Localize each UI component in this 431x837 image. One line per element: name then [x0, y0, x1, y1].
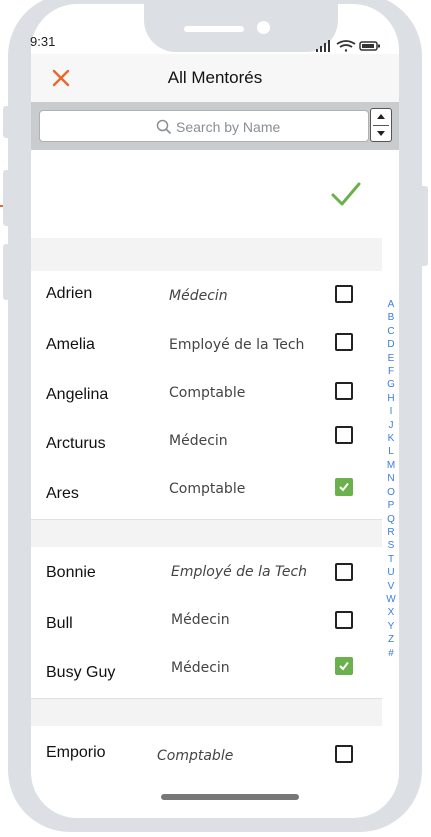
index-letter[interactable]: P — [385, 499, 397, 512]
mentore-role: Employé de la Tech — [169, 337, 305, 353]
mentore-name: Bull — [46, 615, 73, 632]
mentore-name: Busy Guy — [46, 664, 116, 681]
index-letter[interactable]: E — [385, 352, 397, 365]
index-letter[interactable]: M — [385, 459, 397, 472]
index-letter[interactable]: X — [385, 606, 397, 619]
chevron-down-icon — [377, 131, 385, 136]
index-letter[interactable]: H — [385, 392, 397, 405]
checkmark-icon — [339, 482, 349, 492]
select-checkbox-checked[interactable] — [335, 478, 353, 496]
header-bar: All Mentorés — [31, 54, 399, 102]
mentore-name: Arcturus — [46, 435, 106, 452]
mentore-role: Médecin — [171, 612, 230, 628]
mentore-role: Médecin — [169, 288, 228, 304]
index-letter[interactable]: Q — [385, 513, 397, 526]
select-checkbox[interactable] — [335, 382, 353, 400]
mentore-name: Angelina — [46, 386, 109, 403]
index-letter[interactable]: # — [385, 647, 397, 660]
mentore-role: Médecin — [169, 433, 228, 449]
index-letter[interactable]: T — [385, 553, 397, 566]
index-letter[interactable]: L — [385, 445, 397, 458]
index-letter[interactable]: A — [385, 298, 397, 311]
signal-icon — [316, 40, 330, 52]
wifi-icon — [336, 40, 356, 52]
mentore-role: Employé de la Tech — [171, 564, 308, 580]
mentore-role: Comptable — [169, 385, 246, 401]
search-icon — [156, 119, 172, 140]
index-letter[interactable]: N — [385, 472, 397, 485]
index-letter[interactable]: W — [385, 593, 397, 606]
select-checkbox[interactable] — [335, 426, 353, 444]
select-checkbox[interactable] — [335, 563, 353, 581]
select-checkbox-checked[interactable] — [335, 657, 353, 675]
status-time: 9:31 — [30, 34, 56, 49]
search-input[interactable]: Search by Name — [39, 110, 369, 142]
section-header-e — [31, 699, 382, 726]
index-letter[interactable]: J — [385, 419, 397, 432]
page-title: All Mentorés — [167, 68, 263, 87]
mentore-name: Adrien — [46, 285, 93, 302]
select-checkbox[interactable] — [335, 611, 353, 629]
mentore-role: Comptable — [169, 481, 246, 497]
select-checkbox[interactable] — [335, 745, 353, 763]
checkmark-icon — [331, 182, 361, 206]
index-letter[interactable]: D — [385, 338, 397, 351]
index-letter[interactable]: Y — [385, 620, 397, 633]
checkmark-icon — [339, 661, 349, 671]
index-letter[interactable]: S — [385, 539, 397, 552]
index-letter[interactable]: R — [385, 526, 397, 539]
mentore-role: Médecin — [171, 660, 230, 676]
mentore-name: Amelia — [46, 336, 95, 353]
battery-icon — [359, 41, 380, 51]
select-checkbox[interactable] — [335, 285, 353, 303]
select-checkbox[interactable] — [335, 333, 353, 351]
section-header-b — [31, 520, 382, 547]
mentore-name: Emporio — [46, 744, 106, 761]
index-letter[interactable]: C — [385, 325, 397, 338]
notch — [144, 4, 338, 52]
search-placeholder: Search by Name — [176, 119, 281, 135]
mentore-name: Ares — [46, 485, 79, 502]
index-letter[interactable]: U — [385, 566, 397, 579]
alphabet-index[interactable]: A B C D E F G H I J K L M N O P Q R S T U V W X Y Z # — [385, 298, 397, 660]
speaker — [184, 26, 244, 32]
confirm-button[interactable] — [330, 180, 362, 213]
search-stepper[interactable] — [370, 108, 392, 142]
index-letter[interactable]: K — [385, 432, 397, 445]
camera — [257, 21, 270, 34]
index-letter[interactable]: V — [385, 580, 397, 593]
index-letter[interactable]: I — [385, 405, 397, 418]
mentore-name: Bonnie — [46, 564, 96, 581]
index-letter[interactable]: G — [385, 378, 397, 391]
chevron-up-icon — [377, 114, 385, 119]
search-bar: Search by Name — [31, 102, 399, 150]
index-letter[interactable]: O — [385, 486, 397, 499]
mentore-role: Comptable — [157, 748, 234, 764]
index-letter[interactable]: B — [385, 311, 397, 324]
index-letter[interactable]: Z — [385, 633, 397, 646]
index-letter[interactable]: F — [385, 365, 397, 378]
section-header-a — [31, 238, 382, 271]
home-indicator[interactable] — [161, 794, 299, 800]
